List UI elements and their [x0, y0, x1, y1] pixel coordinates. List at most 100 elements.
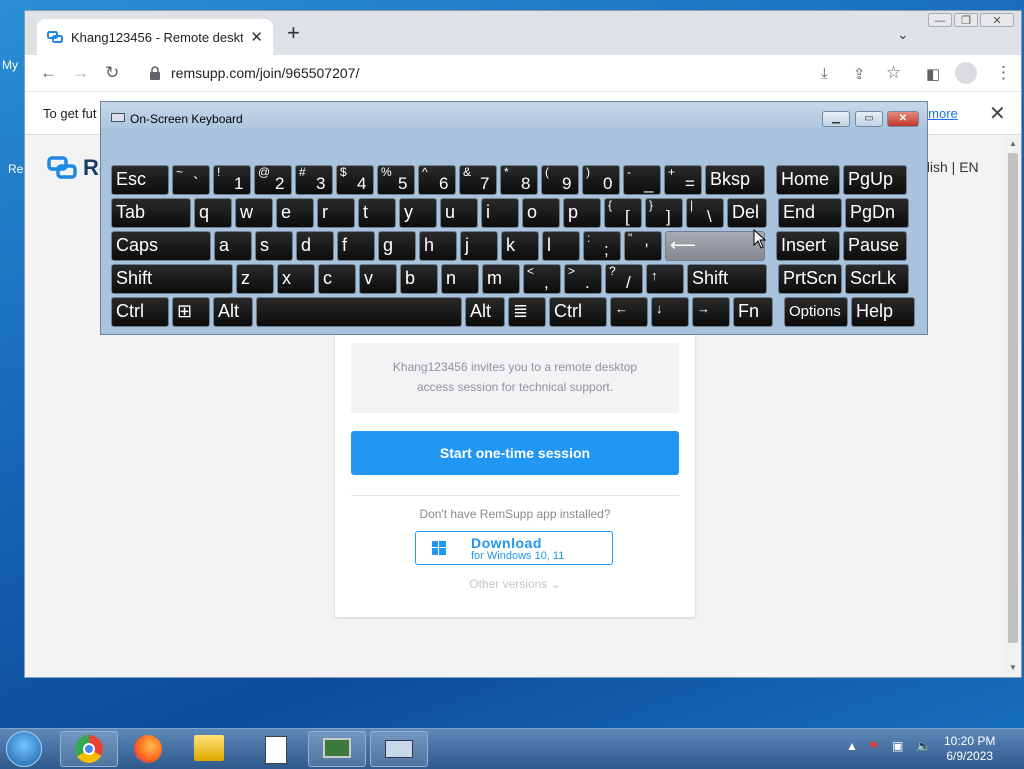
- osk-key[interactable]: Esc: [111, 165, 169, 195]
- osk-key[interactable]: Options: [784, 297, 848, 327]
- osk-key[interactable]: | \: [686, 198, 724, 228]
- tab-search-icon[interactable]: ⌄: [897, 26, 909, 43]
- firefox-icon[interactable]: [134, 735, 162, 763]
- osk-key[interactable]: s: [255, 231, 293, 261]
- osk-key[interactable]: Ctrl: [111, 297, 169, 327]
- maximize-button[interactable]: ❐: [954, 13, 978, 27]
- osk-key[interactable]: <,: [523, 264, 561, 294]
- osk-key[interactable]: Pause: [843, 231, 907, 261]
- browser-tab[interactable]: Khang123456 - Remote desktop ✕: [37, 19, 273, 55]
- osk-key[interactable]: q: [194, 198, 232, 228]
- osk-key[interactable]: {[: [604, 198, 642, 228]
- osk-key[interactable]: ⊞: [172, 297, 210, 327]
- osk-key[interactable]: $4: [336, 165, 374, 195]
- info-bar-close-icon[interactable]: ✕: [989, 101, 1006, 126]
- action-center-icon[interactable]: ⚑: [868, 739, 879, 753]
- osk-key[interactable]: →: [692, 297, 730, 327]
- osk-key[interactable]: j: [460, 231, 498, 261]
- scroll-down-icon[interactable]: ▼: [1009, 663, 1017, 672]
- volume-muted-icon[interactable]: 🔈: [916, 739, 931, 753]
- taskbar-app[interactable]: [308, 731, 366, 767]
- osk-key[interactable]: Ctrl: [549, 297, 607, 327]
- osk-key[interactable]: Help: [851, 297, 915, 327]
- osk-key[interactable]: a: [214, 231, 252, 261]
- osk-key[interactable]: m: [482, 264, 520, 294]
- osk-key[interactable]: o: [522, 198, 560, 228]
- reload-icon[interactable]: ↻: [105, 63, 119, 83]
- address-bar[interactable]: remsupp.com/join/965507207/: [171, 65, 359, 81]
- osk-key[interactable]: ) 0: [582, 165, 620, 195]
- osk-key[interactable]: Fn: [733, 297, 773, 327]
- download-button[interactable]: Download for Windows 10, 11: [415, 531, 613, 565]
- osk-key[interactable]: r: [317, 198, 355, 228]
- osk-key[interactable]: " ': [624, 231, 662, 261]
- osk-key[interactable]: Insert: [776, 231, 840, 261]
- osk-key[interactable]: >.: [564, 264, 602, 294]
- osk-key[interactable]: (9: [541, 165, 579, 195]
- osk-key[interactable]: Home: [776, 165, 840, 195]
- side-panel-icon[interactable]: ◧: [926, 65, 940, 83]
- start-session-button[interactable]: Start one-time session: [351, 431, 679, 475]
- osk-key[interactable]: ~ `: [172, 165, 210, 195]
- osk-close-button[interactable]: ✕: [887, 111, 919, 127]
- osk-titlebar[interactable]: On-Screen Keyboard ▁ ▭ ✕: [101, 102, 927, 132]
- osk-key[interactable]: }]: [645, 198, 683, 228]
- osk-key[interactable]: l: [542, 231, 580, 261]
- osk-key[interactable]: + =: [664, 165, 702, 195]
- osk-key[interactable]: ? /: [605, 264, 643, 294]
- osk-key[interactable]: i: [481, 198, 519, 228]
- osk-key[interactable]: n: [441, 264, 479, 294]
- profile-avatar-icon[interactable]: [955, 62, 977, 84]
- osk-key[interactable]: x: [277, 264, 315, 294]
- osk-key[interactable]: w: [235, 198, 273, 228]
- osk-key[interactable]: Del: [727, 198, 767, 228]
- start-button[interactable]: [6, 731, 42, 767]
- taskbar-osk[interactable]: [370, 731, 428, 767]
- osk-key[interactable]: PgDn: [845, 198, 909, 228]
- tab-close-icon[interactable]: ✕: [250, 28, 263, 46]
- minimize-button[interactable]: —: [928, 13, 952, 27]
- desktop-icon-label[interactable]: My: [2, 58, 26, 72]
- new-tab-button[interactable]: +: [287, 22, 300, 44]
- osk-key[interactable]: & 7: [459, 165, 497, 195]
- osk-key[interactable]: p: [563, 198, 601, 228]
- other-versions-link[interactable]: Other versions ⌄: [335, 577, 695, 591]
- osk-maximize-button[interactable]: ▭: [855, 111, 883, 127]
- osk-key[interactable]: PgUp: [843, 165, 907, 195]
- scrollbar-thumb[interactable]: [1008, 153, 1018, 643]
- osk-key[interactable]: PrtScn: [778, 264, 842, 294]
- tray-expand-icon[interactable]: ▲: [846, 739, 858, 753]
- scroll-up-icon[interactable]: ▲: [1009, 139, 1017, 148]
- osk-key[interactable]: Shift: [687, 264, 767, 294]
- osk-key[interactable]: Alt: [213, 297, 253, 327]
- osk-key[interactable]: ←: [610, 297, 648, 327]
- bookmark-star-icon[interactable]: ☆: [886, 63, 901, 83]
- osk-key[interactable]: d: [296, 231, 334, 261]
- osk-key[interactable]: * 8: [500, 165, 538, 195]
- osk-key[interactable]: @2: [254, 165, 292, 195]
- osk-key[interactable]: Caps: [111, 231, 211, 261]
- clock[interactable]: 10:20 PM 6/9/2023: [944, 734, 995, 764]
- osk-key[interactable]: :;: [583, 231, 621, 261]
- osk-key[interactable]: Shift: [111, 264, 233, 294]
- back-arrow-icon[interactable]: ←: [40, 63, 57, 83]
- osk-key[interactable]: ↑: [646, 264, 684, 294]
- osk-key[interactable]: b: [400, 264, 438, 294]
- close-window-button[interactable]: ✕: [980, 13, 1014, 27]
- page-scrollbar[interactable]: ▲ ▼: [1005, 135, 1021, 677]
- osk-key[interactable]: ⟵: [665, 231, 765, 261]
- osk-key[interactable]: Alt: [465, 297, 505, 327]
- osk-key[interactable]: g: [378, 231, 416, 261]
- osk-key[interactable]: z: [236, 264, 274, 294]
- osk-key[interactable]: % 5: [377, 165, 415, 195]
- osk-key[interactable]: u: [440, 198, 478, 228]
- osk-key[interactable]: - _: [623, 165, 661, 195]
- menu-kebab-icon[interactable]: ⋮: [995, 63, 1012, 83]
- osk-key[interactable]: k: [501, 231, 539, 261]
- osk-key[interactable]: #3: [295, 165, 333, 195]
- forward-arrow-icon[interactable]: →: [72, 63, 89, 83]
- osk-key[interactable]: ≣: [508, 297, 546, 327]
- osk-key[interactable]: Bksp: [705, 165, 765, 195]
- osk-key[interactable]: e: [276, 198, 314, 228]
- share-icon[interactable]: ⇪: [853, 65, 866, 83]
